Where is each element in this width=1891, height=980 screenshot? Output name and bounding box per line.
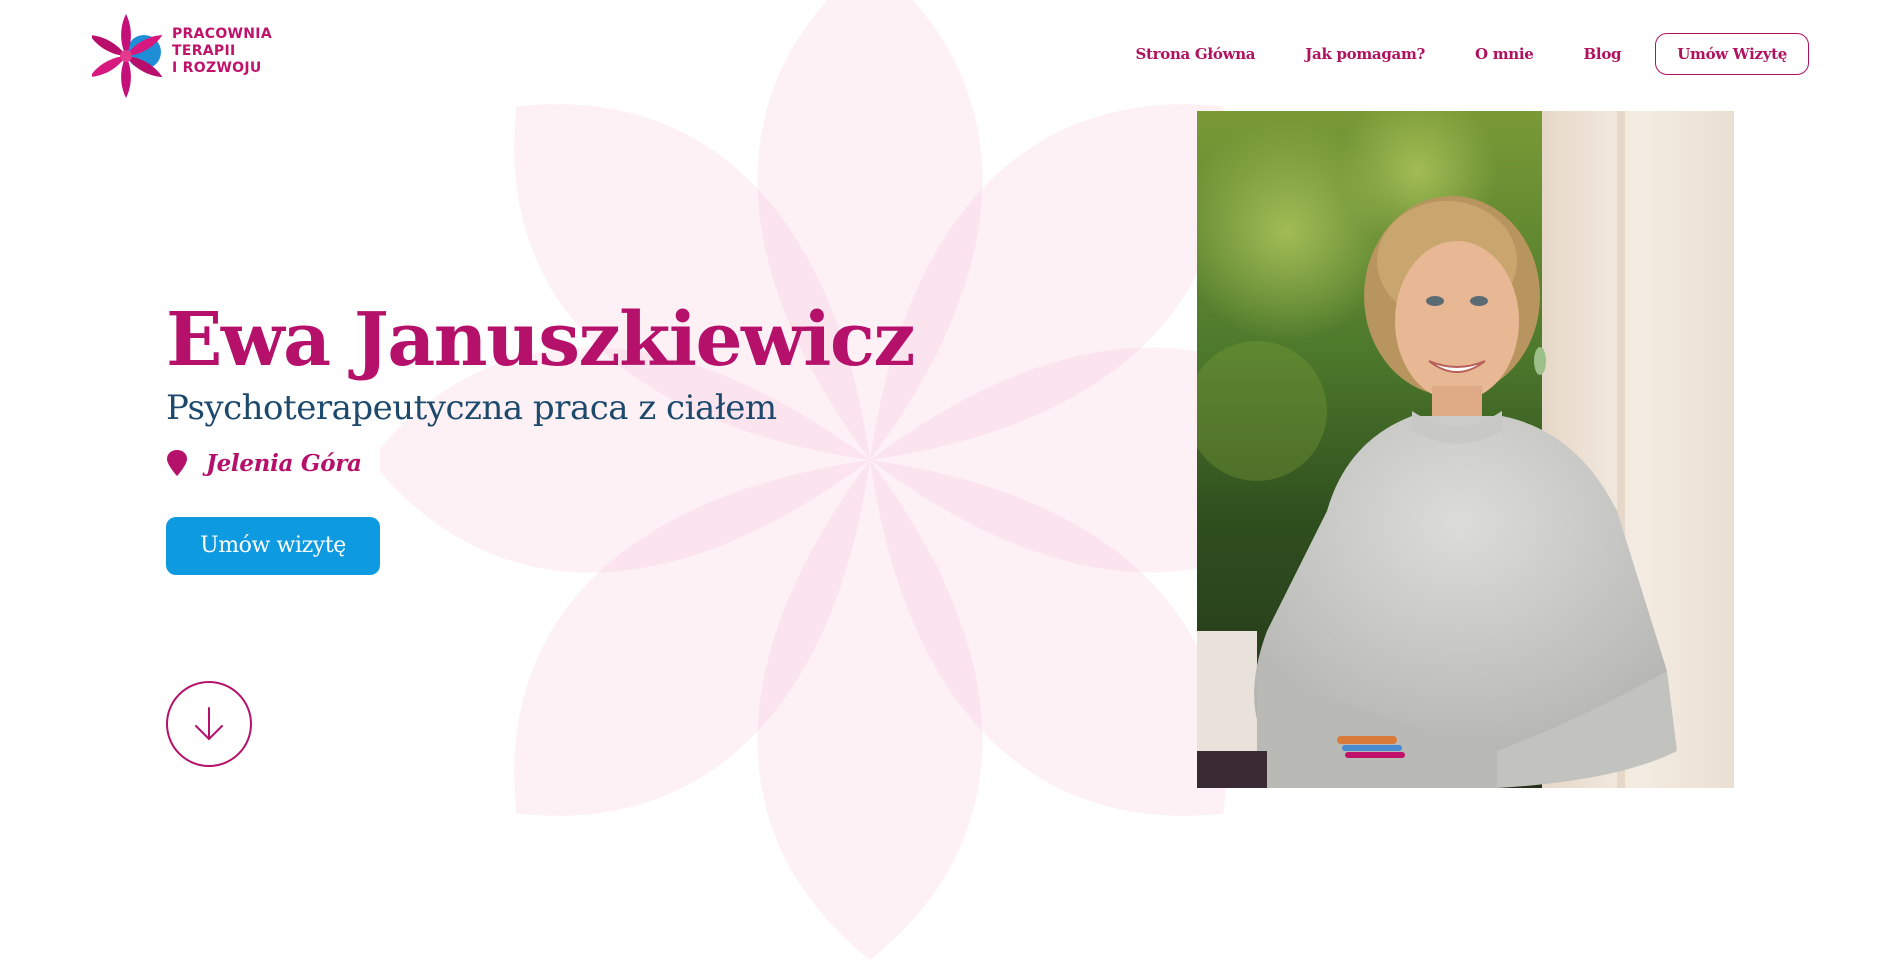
scroll-down-button[interactable]: [166, 681, 252, 767]
logo-line: PRACOWNIA: [172, 26, 272, 42]
site-logo[interactable]: PRACOWNIA TERAPII I ROZWOJU: [92, 10, 292, 98]
hero-name-heading: Ewa Januszkiewicz: [166, 297, 915, 383]
nav-item-blog[interactable]: Blog: [1584, 45, 1622, 63]
nav-item-about[interactable]: O mnie: [1475, 45, 1534, 63]
main-navigation: Strona Główna Jak pomagam? O mnie Blog U…: [1085, 32, 1809, 76]
nav-item-how-i-help[interactable]: Jak pomagam?: [1305, 45, 1425, 63]
logo-wordmark: PRACOWNIA TERAPII I ROZWOJU: [172, 26, 302, 77]
nav-book-visit-button[interactable]: Umów Wizytę: [1655, 33, 1809, 75]
hero-section: Ewa Januszkiewicz Psychoterapeutyczna pr…: [166, 295, 915, 575]
logo-line: TERAPII: [172, 43, 236, 59]
logo-line: I ROZWOJU: [172, 60, 262, 76]
lotus-flower-icon: [92, 14, 163, 98]
portrait-photo: [1197, 111, 1734, 788]
book-visit-button[interactable]: Umów wizytę: [166, 517, 380, 575]
hero-subtitle: Psychoterapeutyczna praca z ciałem: [166, 388, 777, 428]
nav-item-home[interactable]: Strona Główna: [1135, 45, 1255, 63]
map-pin-icon: [167, 450, 187, 476]
location-text: Jelenia Góra: [206, 449, 362, 477]
portrait-illustration: [1197, 111, 1734, 788]
arrow-down-icon: [195, 707, 223, 740]
site-header: PRACOWNIA TERAPII I ROZWOJU Strona Główn…: [0, 0, 1891, 105]
hero-location: Jelenia Góra: [166, 449, 914, 477]
